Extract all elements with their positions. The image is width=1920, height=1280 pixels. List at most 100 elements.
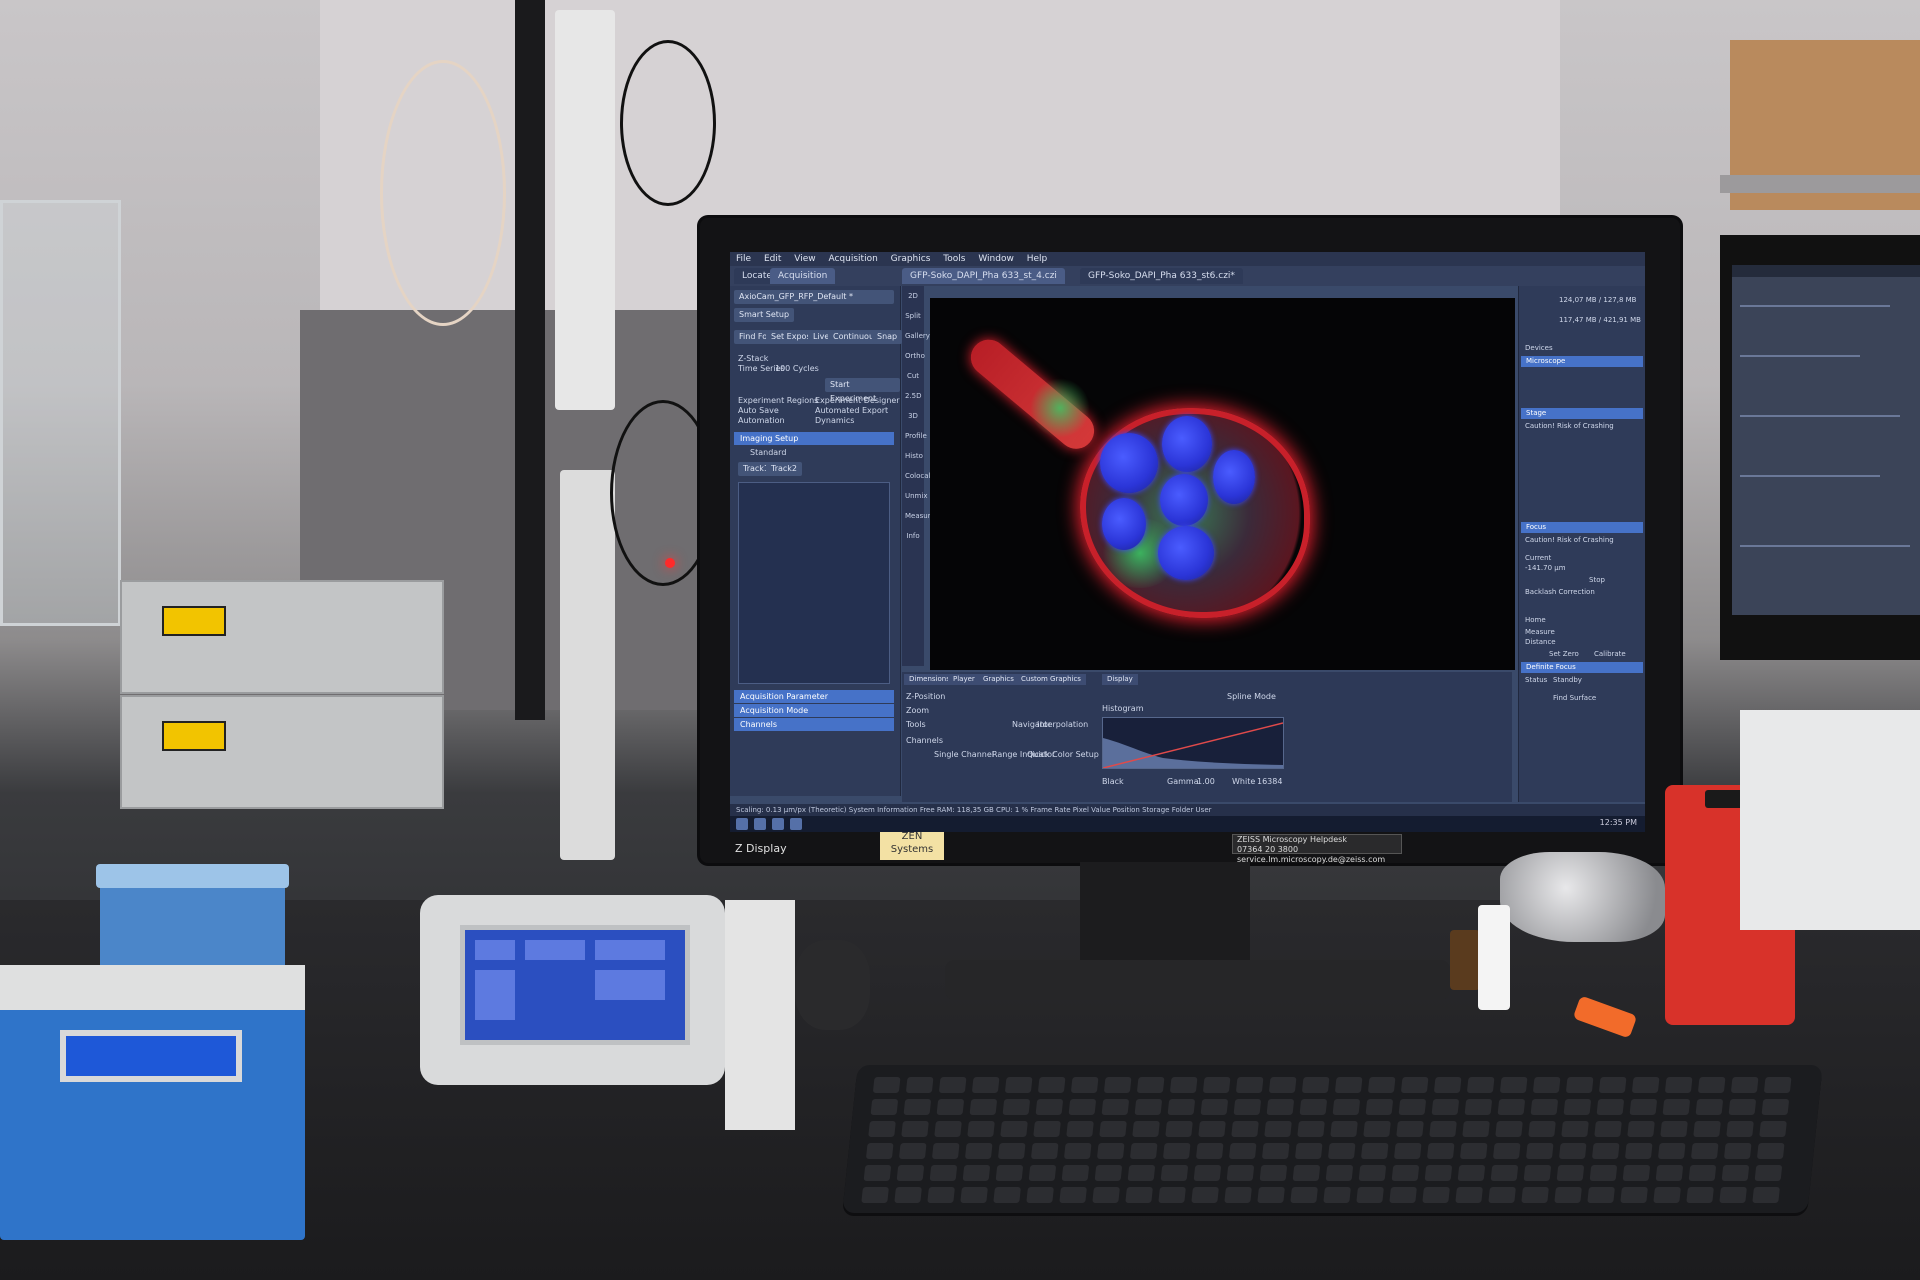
keyboard-key[interactable]: [1228, 1143, 1257, 1159]
keyboard-key[interactable]: [894, 1187, 922, 1203]
keyboard-key[interactable]: [969, 1099, 998, 1115]
keyboard-key[interactable]: [1455, 1187, 1483, 1203]
view-split[interactable]: Split: [905, 312, 921, 326]
keyboard-key[interactable]: [1488, 1187, 1516, 1203]
keyboard-key[interactable]: [1761, 1099, 1790, 1115]
keyboard-key[interactable]: [1426, 1143, 1455, 1159]
view-measure[interactable]: Measure: [905, 512, 935, 526]
keyboard-key[interactable]: [1365, 1099, 1394, 1115]
tab-custom-graphics[interactable]: Custom Graphics: [1016, 674, 1086, 685]
keyboard-key[interactable]: [997, 1143, 1026, 1159]
keyboard-key[interactable]: [1290, 1187, 1318, 1203]
keyboard-key[interactable]: [1657, 1143, 1686, 1159]
keyboard-key[interactable]: [1596, 1099, 1625, 1115]
view-profile[interactable]: Profile: [905, 432, 927, 446]
keyboard-key[interactable]: [1391, 1165, 1420, 1181]
keyboard-key[interactable]: [1037, 1077, 1066, 1093]
keyboard-key[interactable]: [1495, 1121, 1523, 1137]
keyboard-key[interactable]: [1499, 1077, 1528, 1093]
view-3d[interactable]: 3D: [905, 412, 921, 426]
keyboard-key[interactable]: [896, 1165, 925, 1181]
keyboard-key[interactable]: [1629, 1099, 1658, 1115]
keyboard-key[interactable]: [1525, 1143, 1554, 1159]
keyboard-key[interactable]: [898, 1143, 927, 1159]
keyboard-key[interactable]: [1726, 1121, 1754, 1137]
keyboard-key[interactable]: [1033, 1121, 1061, 1137]
keyboard-key[interactable]: [1259, 1165, 1288, 1181]
keyboard-key[interactable]: [936, 1099, 965, 1115]
keyboard-key[interactable]: [865, 1143, 894, 1159]
keyboard-key[interactable]: [1558, 1143, 1587, 1159]
keyboard-key[interactable]: [1532, 1077, 1561, 1093]
histogram-plot[interactable]: [1102, 717, 1284, 769]
keyboard-key[interactable]: [1424, 1165, 1453, 1181]
keyboard-key[interactable]: [1099, 1121, 1127, 1137]
keyboard-key[interactable]: [1231, 1121, 1259, 1137]
keyboard-key[interactable]: [1719, 1187, 1747, 1203]
find-surface-button[interactable]: Find Surface: [1553, 694, 1596, 702]
view-histo[interactable]: Histo: [905, 452, 923, 466]
tab-player[interactable]: Player: [948, 674, 980, 685]
keyboard-key[interactable]: [1035, 1099, 1064, 1115]
view-cut[interactable]: Cut: [905, 372, 921, 386]
menu-file[interactable]: File: [736, 254, 751, 264]
keyboard-key[interactable]: [995, 1165, 1024, 1181]
gamma-value[interactable]: 1.00: [1197, 777, 1215, 786]
keyboard-key[interactable]: [1688, 1165, 1717, 1181]
imaging-setup-header[interactable]: Imaging Setup: [734, 432, 894, 445]
menu-graphics[interactable]: Graphics: [891, 254, 931, 264]
tab-graphics[interactable]: Graphics: [978, 674, 1019, 685]
keyboard-key[interactable]: [962, 1165, 991, 1181]
keyboard-key[interactable]: [1466, 1077, 1495, 1093]
keyboard-key[interactable]: [1264, 1121, 1292, 1137]
keyboard-key[interactable]: [1129, 1143, 1158, 1159]
keyboard-key[interactable]: [1521, 1187, 1549, 1203]
keyboard-key[interactable]: [1200, 1099, 1229, 1115]
keyboard-key[interactable]: [1202, 1077, 1231, 1093]
keyboard-key[interactable]: [1492, 1143, 1521, 1159]
keyboard-key[interactable]: [938, 1077, 967, 1093]
keyboard-key[interactable]: [1195, 1143, 1224, 1159]
keyboard-key[interactable]: [1565, 1077, 1594, 1093]
home-button[interactable]: Home: [1525, 616, 1546, 624]
keyboard-key[interactable]: [1396, 1121, 1424, 1137]
keyboard-key[interactable]: [1759, 1121, 1787, 1137]
zen-app-icon[interactable]: [790, 818, 802, 830]
keyboard-key[interactable]: [1693, 1121, 1721, 1137]
backlash-checkbox[interactable]: Backlash Correction: [1525, 588, 1595, 596]
stage-header[interactable]: Stage: [1521, 408, 1643, 419]
keyboard-key[interactable]: [1356, 1187, 1384, 1203]
keyboard-key[interactable]: [1070, 1077, 1099, 1093]
microscope-header[interactable]: Microscope: [1521, 356, 1643, 367]
keyboard-key[interactable]: [1063, 1143, 1092, 1159]
single-channel-checkbox[interactable]: Single Channel: [934, 750, 994, 759]
keyboard-key[interactable]: [1462, 1121, 1490, 1137]
keyboard-key[interactable]: [1092, 1187, 1120, 1203]
keyboard-key[interactable]: [1332, 1099, 1361, 1115]
keyboard-key[interactable]: [1165, 1121, 1193, 1137]
keyboard-key[interactable]: [1686, 1187, 1714, 1203]
definite-focus-header[interactable]: Definite Focus: [1521, 662, 1643, 673]
white-value[interactable]: 16384: [1257, 777, 1282, 786]
keyboard-key[interactable]: [870, 1099, 899, 1115]
channels-header[interactable]: Channels: [734, 718, 894, 731]
keyboard-key[interactable]: [1530, 1099, 1559, 1115]
touch-screen[interactable]: [460, 925, 690, 1045]
experiment-select[interactable]: AxioCam_GFP_RFP_Default *: [734, 290, 894, 304]
keyboard-key[interactable]: [872, 1077, 901, 1093]
keyboard-key[interactable]: [1695, 1099, 1724, 1115]
keyboard-key[interactable]: [1334, 1077, 1363, 1093]
focus-header[interactable]: Focus: [1521, 522, 1643, 533]
keyboard-key[interactable]: [1594, 1121, 1622, 1137]
keyboard-key[interactable]: [1497, 1099, 1526, 1115]
keyboard-key[interactable]: [1400, 1077, 1429, 1093]
option-automation[interactable]: Automation: [738, 416, 785, 425]
calibrate-button[interactable]: Calibrate: [1594, 650, 1626, 658]
interpolation-checkbox[interactable]: Interpolation: [1037, 720, 1088, 729]
keyboard-key[interactable]: [1752, 1187, 1780, 1203]
keyboard-key[interactable]: [1721, 1165, 1750, 1181]
acquisition-parameter-header[interactable]: Acquisition Parameter: [734, 690, 894, 703]
keyboard[interactable]: [842, 1065, 1823, 1213]
keyboard-key[interactable]: [1389, 1187, 1417, 1203]
keyboard-key[interactable]: [1028, 1165, 1057, 1181]
